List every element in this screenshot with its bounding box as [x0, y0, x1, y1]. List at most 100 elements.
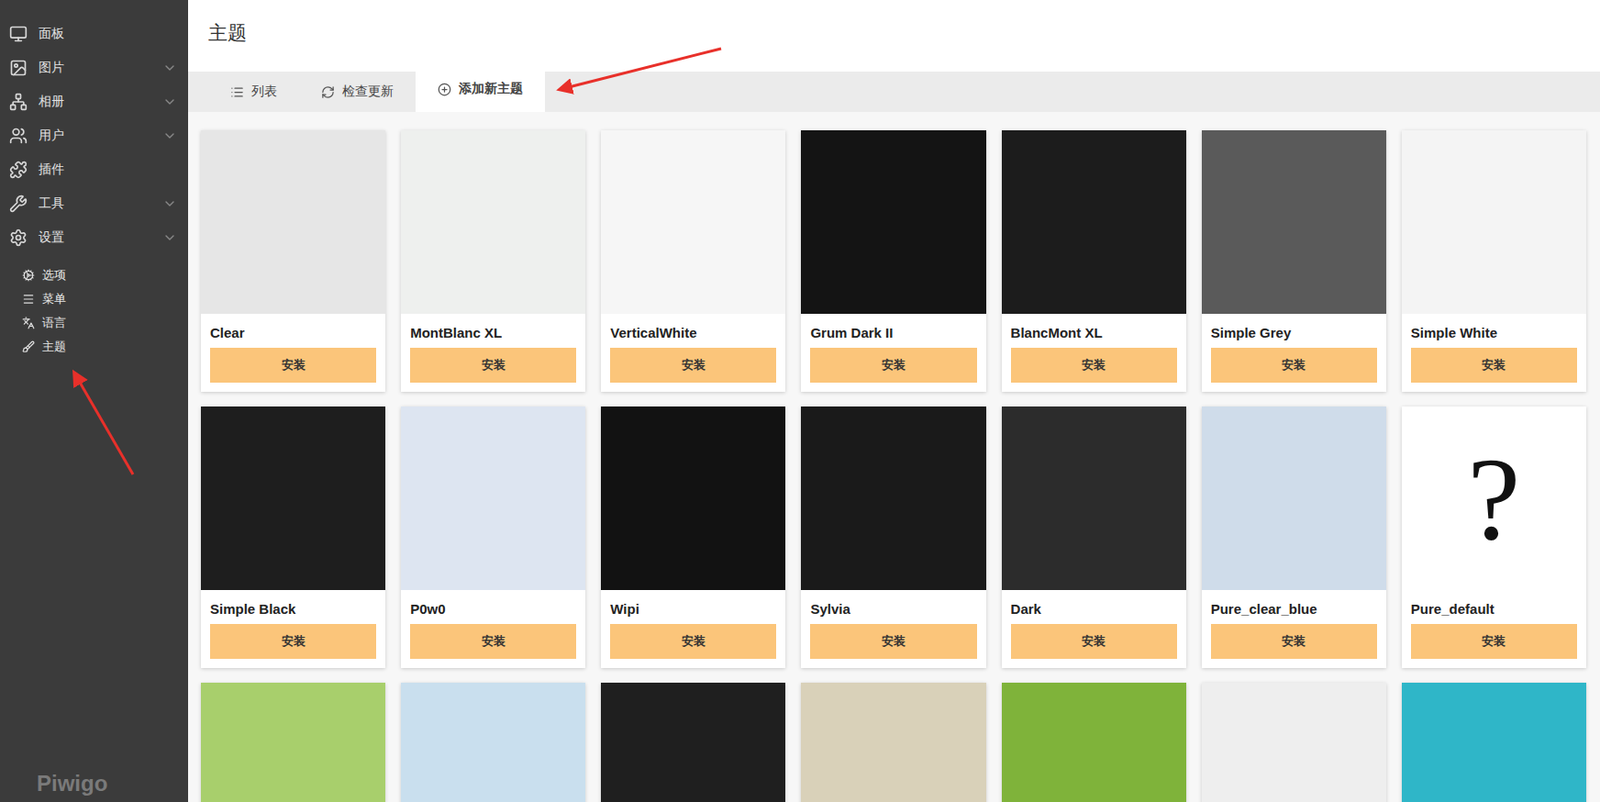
chevron-icon [162, 94, 178, 110]
theme-preview[interactable] [400, 130, 586, 314]
submenu-label: 语言 [42, 314, 67, 332]
sidebar-item[interactable]: 插件 [0, 152, 189, 187]
sidebar: 面板图片相册用户插件工具设置选项菜单语言主题 Piwigo [0, 0, 189, 802]
theme-preview[interactable] [1401, 682, 1587, 802]
sidebar-item[interactable]: 用户 [0, 118, 189, 153]
theme-preview[interactable] [400, 406, 586, 590]
theme-card: Pure_clear_blue安装 [1201, 406, 1387, 668]
theme-preview[interactable] [1001, 406, 1187, 590]
tab-icon [230, 85, 245, 100]
submenu-icon [22, 268, 35, 282]
sidebar-item[interactable]: 图片 [0, 50, 189, 85]
theme-card: Simple Grey安装 [1201, 130, 1387, 392]
chevron-icon [162, 128, 178, 144]
nav-icon [9, 58, 28, 78]
nav-icon [9, 194, 28, 213]
tab[interactable]: 列表 [208, 71, 300, 112]
theme-card: Wipi安装 [600, 406, 786, 668]
install-button[interactable]: 安装 [1411, 623, 1578, 659]
theme-preview[interactable] [200, 682, 386, 802]
install-button[interactable]: 安装 [1011, 623, 1178, 659]
theme-card [1001, 682, 1187, 802]
install-button[interactable]: 安装 [610, 623, 777, 659]
install-button[interactable]: 安装 [210, 347, 377, 383]
theme-preview[interactable] [1401, 130, 1587, 314]
theme-preview[interactable] [1001, 130, 1187, 314]
theme-card: BlancMont XL安装 [1001, 130, 1187, 392]
theme-name: Grum Dark II [800, 313, 986, 348]
theme-preview[interactable]: ? [1401, 406, 1587, 590]
tab-label: 添加新主题 [458, 80, 523, 98]
logo: Piwigo [0, 770, 189, 802]
tab-label: 列表 [251, 83, 278, 100]
sidebar-item[interactable]: 工具 [0, 186, 189, 221]
submenu-icon [22, 292, 35, 306]
theme-card [600, 682, 786, 802]
theme-preview[interactable] [600, 130, 786, 314]
theme-preview[interactable] [800, 406, 986, 590]
install-button[interactable]: 安装 [610, 347, 777, 383]
submenu-label: 选项 [42, 266, 67, 284]
sidebar-label: 用户 [38, 127, 152, 145]
theme-card: VerticalWhite安装 [600, 130, 786, 392]
submenu-item[interactable]: 菜单 [0, 287, 189, 312]
chevron-icon [162, 196, 178, 212]
install-button[interactable]: 安装 [1211, 623, 1378, 659]
theme-card: Simple Black安装 [200, 406, 386, 668]
arrow-icon [75, 374, 134, 475]
theme-preview[interactable] [1001, 682, 1187, 802]
sidebar-label: 面板 [38, 25, 178, 43]
nav-icon [9, 160, 28, 179]
sidebar-label: 设置 [38, 229, 152, 246]
sidebar-item[interactable]: 面板 [0, 16, 189, 51]
nav-icon [9, 126, 28, 145]
theme-name: Simple Grey [1201, 313, 1387, 348]
theme-card [400, 682, 586, 802]
theme-preview[interactable] [800, 130, 986, 314]
theme-preview[interactable] [200, 130, 386, 314]
install-button[interactable]: 安装 [1011, 347, 1178, 383]
theme-card: ?Pure_default安装 [1401, 406, 1587, 668]
theme-preview[interactable] [200, 406, 386, 590]
annotation-arrows [0, 0, 1600, 802]
theme-preview[interactable] [1201, 130, 1387, 314]
theme-preview[interactable] [600, 406, 786, 590]
install-button[interactable]: 安装 [810, 623, 977, 659]
install-button[interactable]: 安装 [1211, 347, 1378, 383]
chevron-icon [162, 230, 178, 245]
install-button[interactable]: 安装 [810, 347, 977, 383]
install-button[interactable]: 安装 [1411, 347, 1578, 383]
theme-card: Dark安装 [1001, 406, 1187, 668]
sidebar-label: 图片 [38, 59, 152, 77]
submenu-item[interactable]: 选项 [0, 263, 189, 288]
theme-preview[interactable] [1201, 682, 1387, 802]
theme-preview[interactable] [400, 682, 586, 802]
theme-card: Grum Dark II安装 [800, 130, 986, 392]
submenu-item[interactable]: 主题 [0, 334, 189, 359]
install-button[interactable]: 安装 [410, 347, 577, 383]
page-title: 主题 [208, 20, 1580, 46]
submenu-item[interactable]: 语言 [0, 311, 189, 335]
tab[interactable]: 添加新主题 [415, 66, 545, 112]
theme-name: P0w0 [400, 589, 586, 624]
theme-card [200, 682, 386, 802]
install-button[interactable]: 安装 [210, 623, 377, 659]
settings-submenu: 选项菜单语言主题 [0, 254, 189, 359]
install-button[interactable]: 安装 [410, 623, 577, 659]
theme-name: MontBlanc XL [400, 313, 586, 348]
sidebar-item[interactable]: 设置 [0, 220, 189, 255]
nav-icon [9, 24, 28, 44]
theme-card: Sylvia安装 [800, 406, 986, 668]
tab-icon [321, 85, 335, 100]
theme-preview[interactable] [600, 682, 786, 802]
theme-card [1201, 682, 1387, 802]
theme-preview[interactable] [1201, 406, 1387, 590]
theme-name: Pure_clear_blue [1201, 589, 1387, 624]
theme-card [800, 682, 986, 802]
tab[interactable]: 检查更新 [299, 71, 416, 112]
sidebar-label: 插件 [38, 161, 178, 178]
theme-preview[interactable] [800, 682, 986, 802]
submenu-label: 菜单 [42, 290, 67, 308]
tab-bar: 列表 检查更新 添加新主题 [188, 71, 1600, 112]
sidebar-item[interactable]: 相册 [0, 84, 189, 119]
